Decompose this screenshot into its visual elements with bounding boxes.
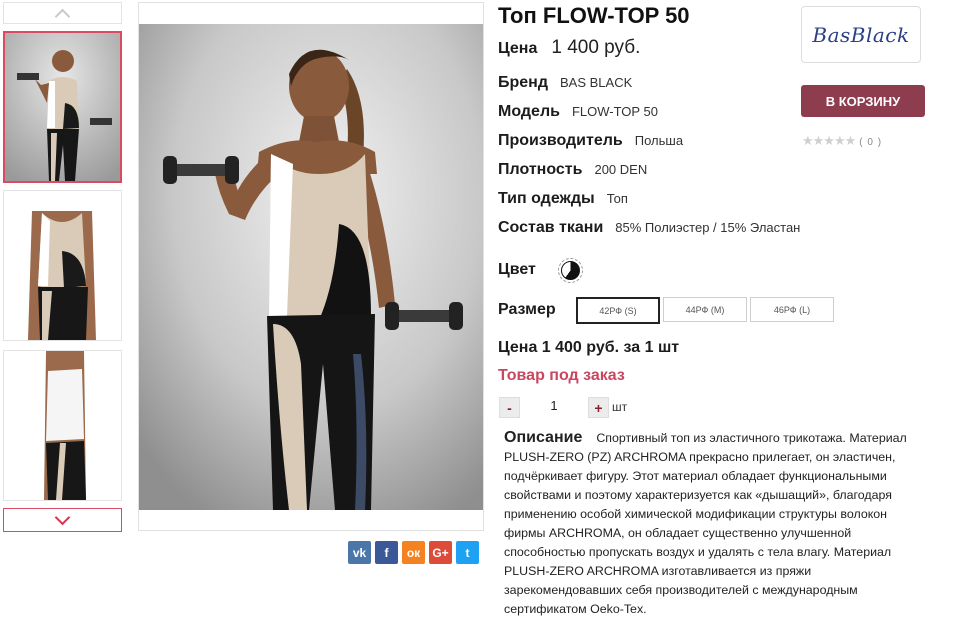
rating-count: ( 0 ) xyxy=(859,137,883,148)
brand-logo-text: BasBlack xyxy=(812,22,910,47)
description-text: Спортивный топ из эластичного трикотажа.… xyxy=(504,431,907,616)
product-photo xyxy=(139,24,483,510)
google-plus-icon[interactable]: G+ xyxy=(429,541,452,564)
size-option-s[interactable]: 42РФ (S) xyxy=(576,297,660,324)
color-swatch-fill xyxy=(561,261,580,280)
spec-row-brand: Бренд BAS BLACK xyxy=(498,74,632,92)
spec-value: Топ xyxy=(606,191,628,206)
spec-value: 85% Полиэстер / 15% Эластан xyxy=(615,220,801,235)
vk-icon[interactable]: vk xyxy=(348,541,371,564)
unit-price-row: Цена 1 400 руб. за 1 шт xyxy=(498,339,679,357)
quantity-decrease-button[interactable]: - xyxy=(499,397,520,418)
price-label: Цена xyxy=(498,40,538,57)
odnoklassniki-icon[interactable]: ок xyxy=(402,541,425,564)
description-label: Описание xyxy=(504,429,583,446)
size-row: Размер xyxy=(498,301,556,319)
availability-status: Товар под заказ xyxy=(498,367,625,384)
spec-label: Модель xyxy=(498,103,560,120)
quantity-input[interactable]: 1 xyxy=(538,398,570,413)
rating-stars-icon: ★★★★★ xyxy=(802,133,856,148)
spec-label: Тип одежды xyxy=(498,190,595,207)
spec-row-model: Модель FLOW-TOP 50 xyxy=(498,103,658,121)
quantity-unit: шт xyxy=(612,400,628,414)
chevron-down-icon xyxy=(54,509,71,525)
spec-row-fabric: Состав ткани 85% Полиэстер / 15% Эластан xyxy=(498,219,800,237)
spec-row-clothing-type: Тип одежды Топ xyxy=(498,190,628,208)
chevron-up-icon xyxy=(54,8,71,24)
thumbnails-scroll-down-button[interactable] xyxy=(3,508,122,532)
spec-row-manufacturer: Производитель Польша xyxy=(498,132,683,150)
thumbnail-front-image xyxy=(5,33,120,181)
main-product-image[interactable] xyxy=(138,2,484,531)
price-value: 1 400 руб. xyxy=(551,37,641,58)
size-option-l[interactable]: 46РФ (L) xyxy=(750,297,834,322)
thumbnail-torso-image xyxy=(4,191,121,340)
color-label: Цвет xyxy=(498,261,536,278)
spec-label: Бренд xyxy=(498,74,548,91)
spec-value: 200 DEN xyxy=(594,162,648,177)
thumbnail-3[interactable] xyxy=(3,350,122,501)
unit-price-text: Цена 1 400 руб. за 1 шт xyxy=(498,339,680,356)
size-option-m[interactable]: 44РФ (M) xyxy=(663,297,747,322)
color-swatch[interactable] xyxy=(558,258,583,283)
price-row: Цена 1 400 руб. xyxy=(498,37,640,59)
spec-label: Производитель xyxy=(498,132,623,149)
color-row: Цвет xyxy=(498,261,536,279)
facebook-icon[interactable]: f xyxy=(375,541,398,564)
spec-value: FLOW-TOP 50 xyxy=(571,104,658,119)
spec-label: Плотность xyxy=(498,161,583,178)
add-to-cart-button[interactable]: В КОРЗИНУ xyxy=(801,85,925,117)
spec-label: Состав ткани xyxy=(498,219,604,236)
product-title: Топ FLOW-TOP 50 xyxy=(498,3,690,28)
thumbnail-1[interactable] xyxy=(3,31,122,183)
thumbnails-scroll-up-button[interactable] xyxy=(3,2,122,24)
rating[interactable]: ★★★★★( 0 ) xyxy=(802,133,882,149)
social-share-bar: vk f ок G+ t xyxy=(348,541,479,564)
spec-value: BAS BLACK xyxy=(560,75,633,90)
spec-value: Польша xyxy=(634,133,684,148)
product-description: Описание Спортивный топ из эластичного тр… xyxy=(504,428,929,619)
twitter-icon[interactable]: t xyxy=(456,541,479,564)
size-label: Размер xyxy=(498,301,556,318)
thumbnail-side-image xyxy=(4,351,121,500)
quantity-increase-button[interactable]: + xyxy=(588,397,609,418)
brand-logo[interactable]: BasBlack xyxy=(801,6,921,63)
thumbnail-2[interactable] xyxy=(3,190,122,341)
spec-row-density: Плотность 200 DEN xyxy=(498,161,647,179)
